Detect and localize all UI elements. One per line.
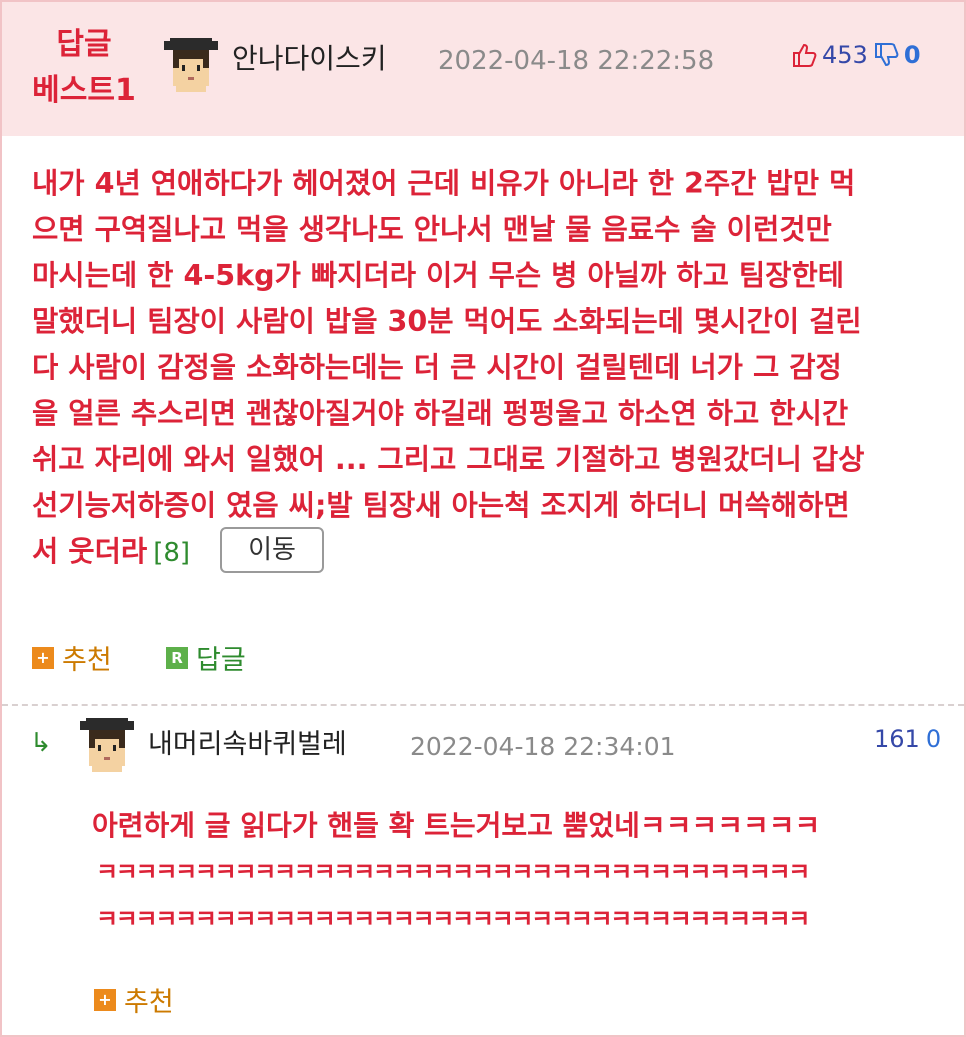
body-line: 서 웃더라 xyxy=(32,534,148,568)
reply-votes: 161 0 xyxy=(874,724,941,754)
reply-line: 아련하게 글 읽다가 핸들 확 트는거보고 뿜었네ㅋㅋㅋㅋㅋㅋㅋ xyxy=(92,809,821,842)
reply-label: 답글 xyxy=(196,645,246,676)
reply-dislike-count: 0 xyxy=(925,725,942,753)
reply-arrow-icon: ↳ xyxy=(30,728,52,758)
body-line: 내가 4년 연애하다가 헤어졌어 근데 비유가 아니라 한 2주간 밥만 먹 xyxy=(32,166,856,200)
body-line: 을 얼른 추스리면 괜찮아질거야 하길래 펑펑울고 하소연 하고 한시간 xyxy=(32,396,849,430)
reply-recommend-button[interactable]: + 추천 xyxy=(94,980,174,1019)
body-line: 으면 구역질나고 먹을 생각나도 안나서 맨날 물 음료수 술 이런것만 xyxy=(32,212,832,246)
best-comment-datetime: 2022-04-18 22:22:58 xyxy=(438,46,715,76)
avatar-graduate-icon[interactable] xyxy=(164,38,218,92)
reply-recommend-label: 추천 xyxy=(124,987,174,1018)
badge-line-1: 답글 xyxy=(56,27,112,62)
reply-line: ㅋㅋㅋㅋㅋㅋㅋㅋㅋㅋㅋㅋㅋㅋㅋㅋㅋㅋㅋㅋㅋㅋㅋㅋㅋㅋㅋㅋㅋㅋㅋㅋㅋㅋㅋㅋ xyxy=(96,858,810,886)
best-like-count: 453 xyxy=(822,41,868,69)
thumbs-up-icon[interactable] xyxy=(792,42,818,68)
reply-r-icon: R xyxy=(166,646,188,669)
best-comment-votes: 453 0 xyxy=(792,40,921,70)
reply-datetime: 2022-04-18 22:34:01 xyxy=(410,732,676,761)
avatar-graduate-icon[interactable] xyxy=(80,718,134,772)
best-reply-badge: 답글 베스트1 xyxy=(28,22,140,114)
body-line: 쉬고 자리에 와서 일했어 ... 그리고 그대로 기절하고 병원갔더니 갑상 xyxy=(32,442,865,476)
comment-thread: 답글 베스트1 안나다이스키 2022-04-18 22:22:58 453 0… xyxy=(0,0,966,1037)
plus-icon: + xyxy=(32,646,54,669)
reply-line: ㅋㅋㅋㅋㅋㅋㅋㅋㅋㅋㅋㅋㅋㅋㅋㅋㅋㅋㅋㅋㅋㅋㅋㅋㅋㅋㅋㅋㅋㅋㅋㅋㅋㅋㅋㅋ xyxy=(96,905,810,933)
thumbs-down-icon[interactable] xyxy=(874,42,900,68)
best-dislike-count: 0 xyxy=(903,41,921,69)
best-comment-body: 내가 4년 연애하다가 헤어졌어 근데 비유가 아니라 한 2주간 밥만 먹 으… xyxy=(32,160,864,574)
badge-line-2: 베스트1 xyxy=(32,73,136,108)
comment-divider xyxy=(2,704,964,706)
body-line: 선기능저하증이 였음 씨;발 팀장새 아는척 조지게 하더니 머쓱해하면 xyxy=(32,488,850,522)
best-comment-author[interactable]: 안나다이스키 xyxy=(232,42,387,76)
reply-author[interactable]: 내머리속바퀴벌레 xyxy=(148,728,347,762)
move-button[interactable]: 이동 xyxy=(220,527,325,573)
body-last-line: 서 웃더라 [8] 이동 xyxy=(32,527,864,574)
recommend-label: 추천 xyxy=(62,645,112,676)
body-line: 마시는데 한 4-5kg가 빠지더라 이거 무슨 병 아닐까 하고 팀장한테 xyxy=(32,258,845,292)
body-line: 다 사람이 감정을 소화하는데는 더 큰 시간이 걸릴텐데 너가 그 감정 xyxy=(32,350,842,384)
recommend-button[interactable]: + 추천 xyxy=(32,638,112,677)
reply-count[interactable]: [8] xyxy=(153,538,190,568)
reply-body: 아련하게 글 읽다가 핸들 확 트는거보고 뿜었네ㅋㅋㅋㅋㅋㅋㅋ ㅋㅋㅋㅋㅋㅋㅋ… xyxy=(92,802,820,943)
reply-button[interactable]: R 답글 xyxy=(166,638,246,677)
plus-icon: + xyxy=(94,988,116,1011)
best-comment-header: 답글 베스트1 안나다이스키 2022-04-18 22:22:58 453 0 xyxy=(2,2,964,136)
body-line: 말했더니 팀장이 사람이 밥을 30분 먹어도 소화되는데 몇시간이 걸린 xyxy=(32,304,862,338)
reply-like-count: 161 xyxy=(874,725,920,753)
